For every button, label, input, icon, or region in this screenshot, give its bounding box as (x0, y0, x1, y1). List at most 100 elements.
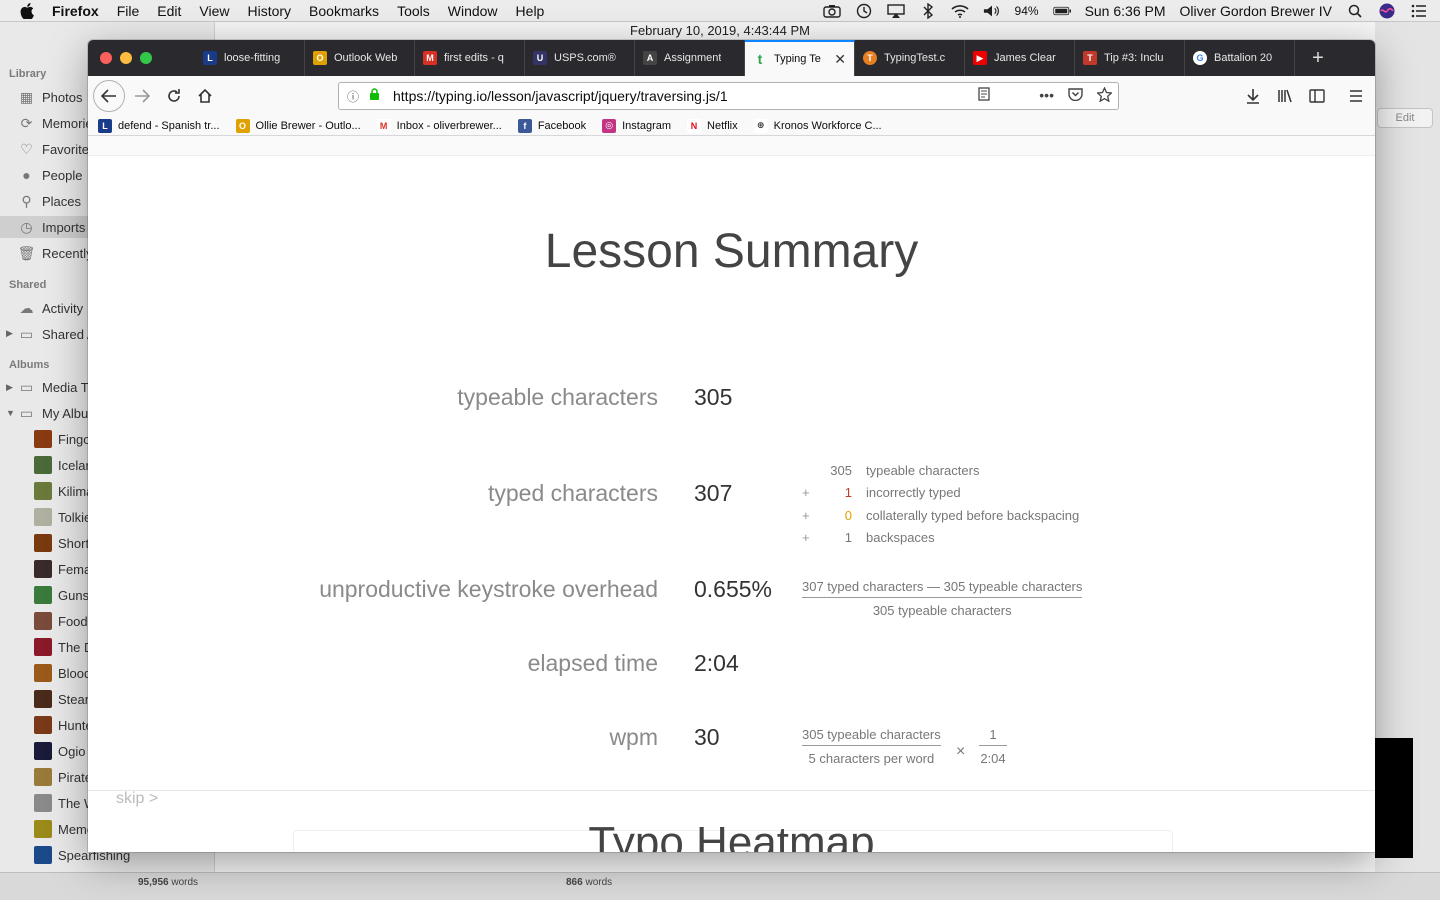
overhead-label: unproductive keystroke overhead (319, 576, 658, 602)
battery-icon[interactable] (1052, 2, 1071, 20)
wifi-icon[interactable] (950, 2, 969, 20)
bookmark-label: Ollie Brewer - Outlo... (255, 119, 361, 132)
tab-assignment[interactable]: A Assignment (635, 40, 745, 76)
reader-view-icon[interactable] (977, 87, 991, 105)
screenshot-app-icon[interactable] (822, 2, 841, 20)
minimize-window-button[interactable] (120, 52, 132, 64)
tab-typing-io[interactable]: t Typing Te ✕ (745, 40, 855, 76)
bookmark-star-icon[interactable] (1095, 86, 1114, 105)
bookmark-facebook[interactable]: f Facebook (517, 118, 586, 133)
album-thumbnail (34, 508, 52, 526)
home-icon[interactable] (191, 82, 219, 110)
elapsed-time-label: elapsed time (527, 650, 658, 676)
word-count-left: 95,956 words (138, 877, 198, 888)
app-menu[interactable]: Firefox (52, 3, 99, 19)
elapsed-time-value: 2:04 (694, 650, 739, 676)
disclosure-open-triangle-icon[interactable]: ▼ (6, 408, 15, 418)
menubar-clock[interactable]: Sun 6:36 PM (1085, 3, 1166, 19)
album-thumbnail (34, 846, 52, 864)
document-status-bar: 95,956 words 866 words (0, 872, 1440, 900)
menu-help[interactable]: Help (516, 3, 545, 19)
menu-edit[interactable]: Edit (157, 3, 181, 19)
back-arrow-icon[interactable] (93, 80, 125, 112)
wpm-label: wpm (609, 724, 658, 750)
bookmark-instagram[interactable]: ◎ Instagram (602, 118, 671, 133)
word-count-unit: words (585, 877, 613, 888)
library-icon[interactable] (1271, 82, 1299, 110)
spotlight-search-icon[interactable] (1346, 2, 1364, 20)
person-icon: ● (22, 167, 31, 183)
page-actions-ellipsis-icon[interactable]: ••• (1039, 87, 1054, 105)
tab-typingtest[interactable]: T TypingTest.c (855, 40, 965, 76)
word-count-number: 95,956 (138, 877, 169, 888)
bookmark-netflix[interactable]: N Netflix (687, 118, 738, 133)
typingtest-favicon-icon: T (863, 51, 877, 65)
reload-icon[interactable] (160, 82, 188, 110)
album-thumbnail (34, 742, 52, 760)
pocket-icon[interactable] (1068, 87, 1083, 105)
trash-icon: 🗑 (18, 244, 36, 261)
menu-bookmarks[interactable]: Bookmarks (309, 3, 379, 19)
sidebar-item-label: People (42, 167, 83, 183)
volume-icon[interactable] (983, 2, 1001, 20)
close-tab-icon[interactable]: ✕ (834, 51, 846, 68)
bookmark-outlook[interactable]: O Ollie Brewer - Outlo... (235, 118, 361, 133)
siri-icon[interactable] (1378, 2, 1396, 20)
album-thumbnail (34, 612, 52, 630)
tab-outlook[interactable]: O Outlook Web (305, 40, 415, 76)
sidebar-toggle-icon[interactable] (1303, 82, 1331, 110)
typed-characters-value: 307 (694, 480, 733, 506)
hamburger-menu-icon[interactable] (1342, 82, 1370, 110)
battery-percent[interactable]: 94% (1015, 4, 1039, 18)
breakdown-number: 0 (844, 507, 852, 523)
bookmark-defend[interactable]: Ldefend - Spanish tr... (98, 118, 220, 133)
tab-loose-fitting[interactable]: Lloose-fitting (195, 40, 305, 76)
url-text[interactable]: https://typing.io/lesson/javascript/jque… (393, 88, 728, 104)
tab-james-clear[interactable]: ▶ James Clear (965, 40, 1075, 76)
breakdown-text: typeable characters (866, 462, 980, 478)
tab-tip-3[interactable]: T Tip #3: Inclu (1075, 40, 1185, 76)
info-icon[interactable]: ⓘ (347, 88, 363, 105)
breakdown-row: 305 typeable characters (802, 459, 979, 481)
overhead-fraction: 307 typed characters — 305 typeable char… (802, 579, 1083, 618)
downloads-icon[interactable] (1239, 82, 1267, 110)
bluetooth-icon[interactable] (919, 2, 937, 20)
close-window-button[interactable] (100, 52, 112, 64)
tab-gmail[interactable]: Mfirst edits - q (415, 40, 525, 76)
airplay-icon[interactable] (886, 2, 905, 20)
zoom-window-button[interactable] (140, 52, 152, 64)
tip-favicon-icon: T (1083, 51, 1097, 65)
wpm-fraction-2-denominator: 2:04 (980, 751, 1006, 766)
bookmark-kronos[interactable]: ⊕ Kronos Workforce C... (753, 118, 882, 133)
menu-window[interactable]: Window (448, 3, 498, 19)
url-bar[interactable]: ⓘ https://typing.io/lesson/javascript/jq… (338, 82, 1119, 110)
sidebar-item-label: Activity (42, 300, 84, 316)
apple-menu-icon[interactable] (18, 2, 36, 20)
tab-battalion[interactable]: G Battalion 20 (1185, 40, 1295, 76)
breakdown-text: backspaces (866, 529, 935, 545)
youtube-favicon-icon: ▶ (973, 51, 987, 65)
tab-label: loose-fitting (224, 52, 281, 64)
bookmark-gmail-inbox[interactable]: M Inbox - oliverbrewer... (376, 118, 502, 133)
edit-button[interactable]: Edit (1377, 108, 1433, 128)
tab-usps[interactable]: U USPS.com® (525, 40, 635, 76)
album-label: Guns (58, 587, 90, 603)
menu-view[interactable]: View (199, 3, 229, 19)
section-divider (88, 790, 1375, 791)
disclosure-triangle-icon[interactable]: ▶ (6, 328, 13, 339)
firefox-window: Lloose-fitting O Outlook Web Mfirst edits… (88, 40, 1375, 852)
menu-history[interactable]: History (247, 3, 291, 19)
wpm-fraction-2: 1 2:04 (979, 727, 1007, 766)
lock-icon[interactable] (369, 88, 383, 104)
disclosure-triangle-icon[interactable]: ▶ (6, 382, 13, 393)
menubar-user[interactable]: Oliver Gordon Brewer IV (1180, 3, 1333, 19)
menu-file[interactable]: File (117, 3, 140, 19)
menu-tools[interactable]: Tools (397, 3, 430, 19)
time-machine-icon[interactable] (855, 2, 873, 20)
new-tab-plus-icon[interactable]: + (1308, 47, 1328, 69)
lingq-favicon-icon: L (98, 118, 112, 133)
notification-center-icon[interactable] (1410, 2, 1428, 20)
shared-section-header: Shared (9, 279, 47, 291)
skip-link[interactable]: skip > (116, 790, 158, 808)
forward-arrow-icon[interactable] (128, 82, 156, 110)
